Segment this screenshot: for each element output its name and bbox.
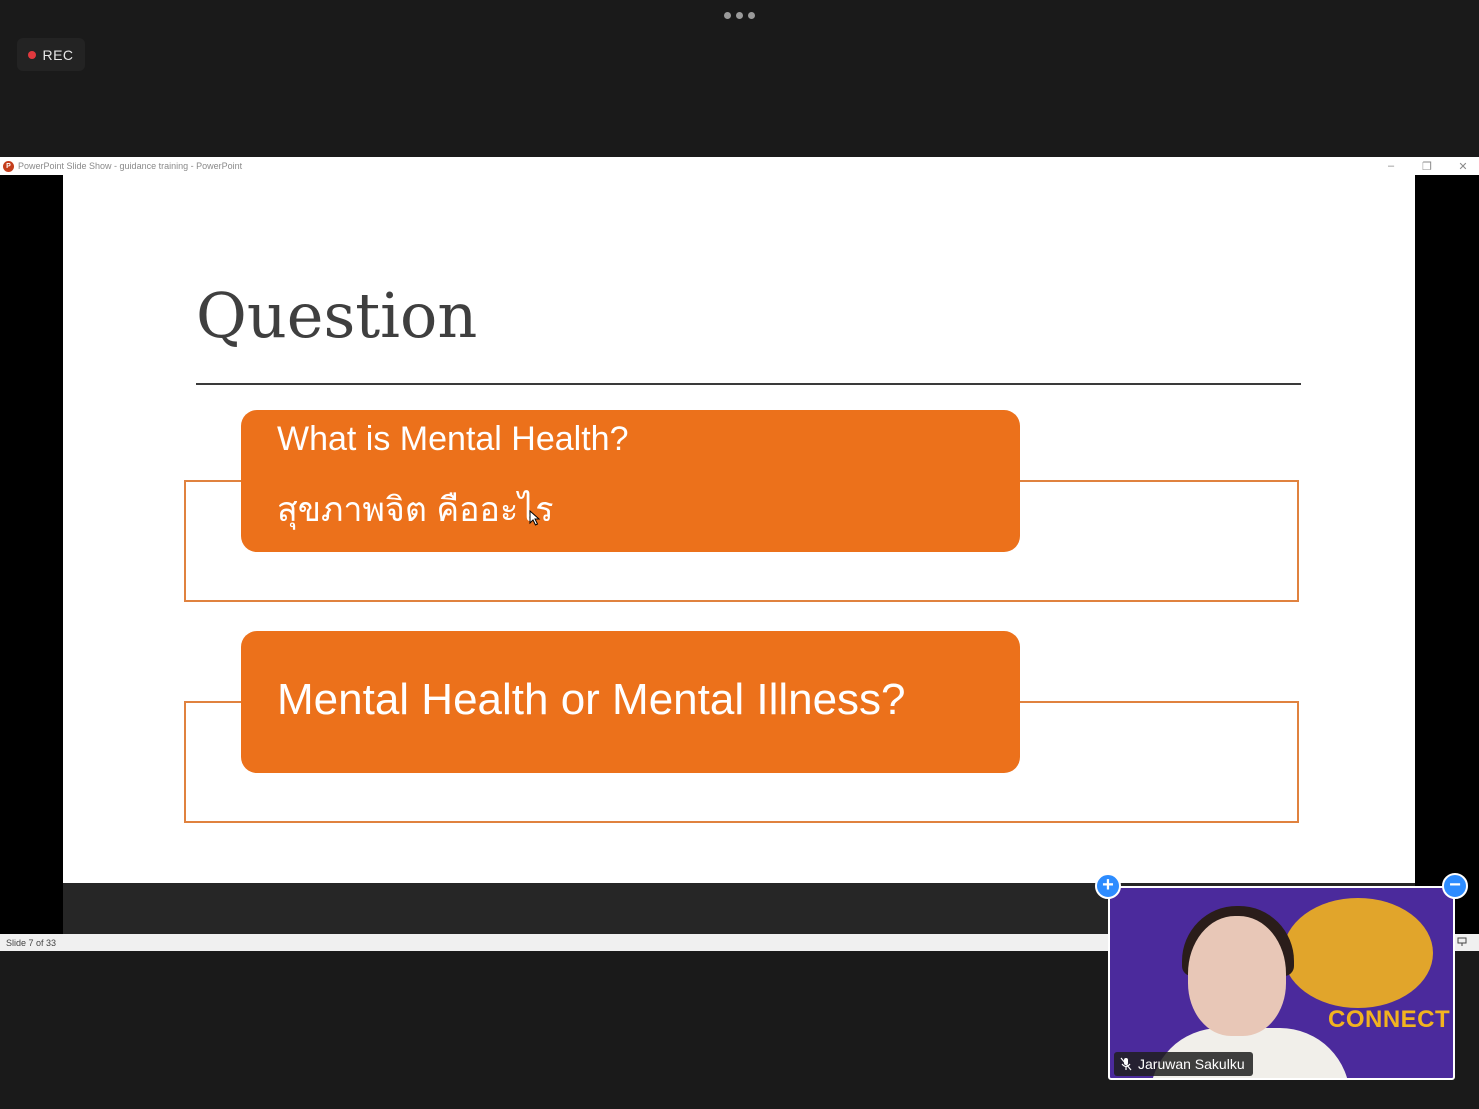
zoom-meeting-window: REC P PowerPoint Slide Show - guidance t… (0, 0, 1479, 1109)
window-title: PowerPoint Slide Show - guidance trainin… (18, 161, 243, 171)
recording-badge[interactable]: REC (17, 38, 85, 71)
close-button[interactable]: ✕ (1457, 160, 1469, 173)
virtual-background-art (1283, 898, 1433, 1008)
minimize-button[interactable]: – (1385, 160, 1397, 172)
participant-video-tile[interactable]: CONNECT Jaruwan Sakulku (1108, 886, 1455, 1080)
recording-label: REC (42, 46, 74, 63)
window-controls: – ❐ ✕ (1385, 157, 1469, 175)
mouse-cursor-icon (529, 510, 541, 526)
question-card-2: Mental Health or Mental Illness? (241, 631, 1020, 773)
slide-title: Question (196, 279, 478, 352)
question-2-text: Mental Health or Mental Illness? (277, 675, 906, 724)
presenter-view-icon[interactable] (1457, 937, 1467, 947)
question-1-english: What is Mental Health? (277, 420, 629, 458)
shared-screen-powerpoint: P PowerPoint Slide Show - guidance train… (0, 157, 1479, 951)
slide-canvas[interactable]: Question What is Mental Health? สุขภาพจิ… (63, 175, 1415, 883)
powerpoint-logo-icon: P (3, 160, 14, 172)
mic-off-icon (1120, 1057, 1132, 1071)
participant-name: Jaruwan Sakulku (1138, 1056, 1245, 1072)
participant-name-tag: Jaruwan Sakulku (1114, 1052, 1253, 1076)
restore-button[interactable]: ❐ (1421, 160, 1433, 173)
expand-video-button[interactable]: + (1095, 873, 1121, 899)
slide-counter: Slide 7 of 33 (6, 937, 57, 948)
title-divider (196, 383, 1301, 385)
minimize-video-button[interactable]: − (1442, 873, 1468, 899)
ppt-title-bar: P PowerPoint Slide Show - guidance train… (0, 157, 1479, 175)
question-1-thai: สุขภาพจิต คืออะไร (277, 491, 554, 529)
more-options-icon[interactable] (724, 12, 755, 19)
question-card-1: What is Mental Health? สุขภาพจิต คืออะไร (241, 410, 1020, 552)
record-dot-icon (28, 50, 37, 59)
background-connect-text: CONNECT (1328, 1006, 1451, 1033)
participant-face (1188, 916, 1286, 1036)
